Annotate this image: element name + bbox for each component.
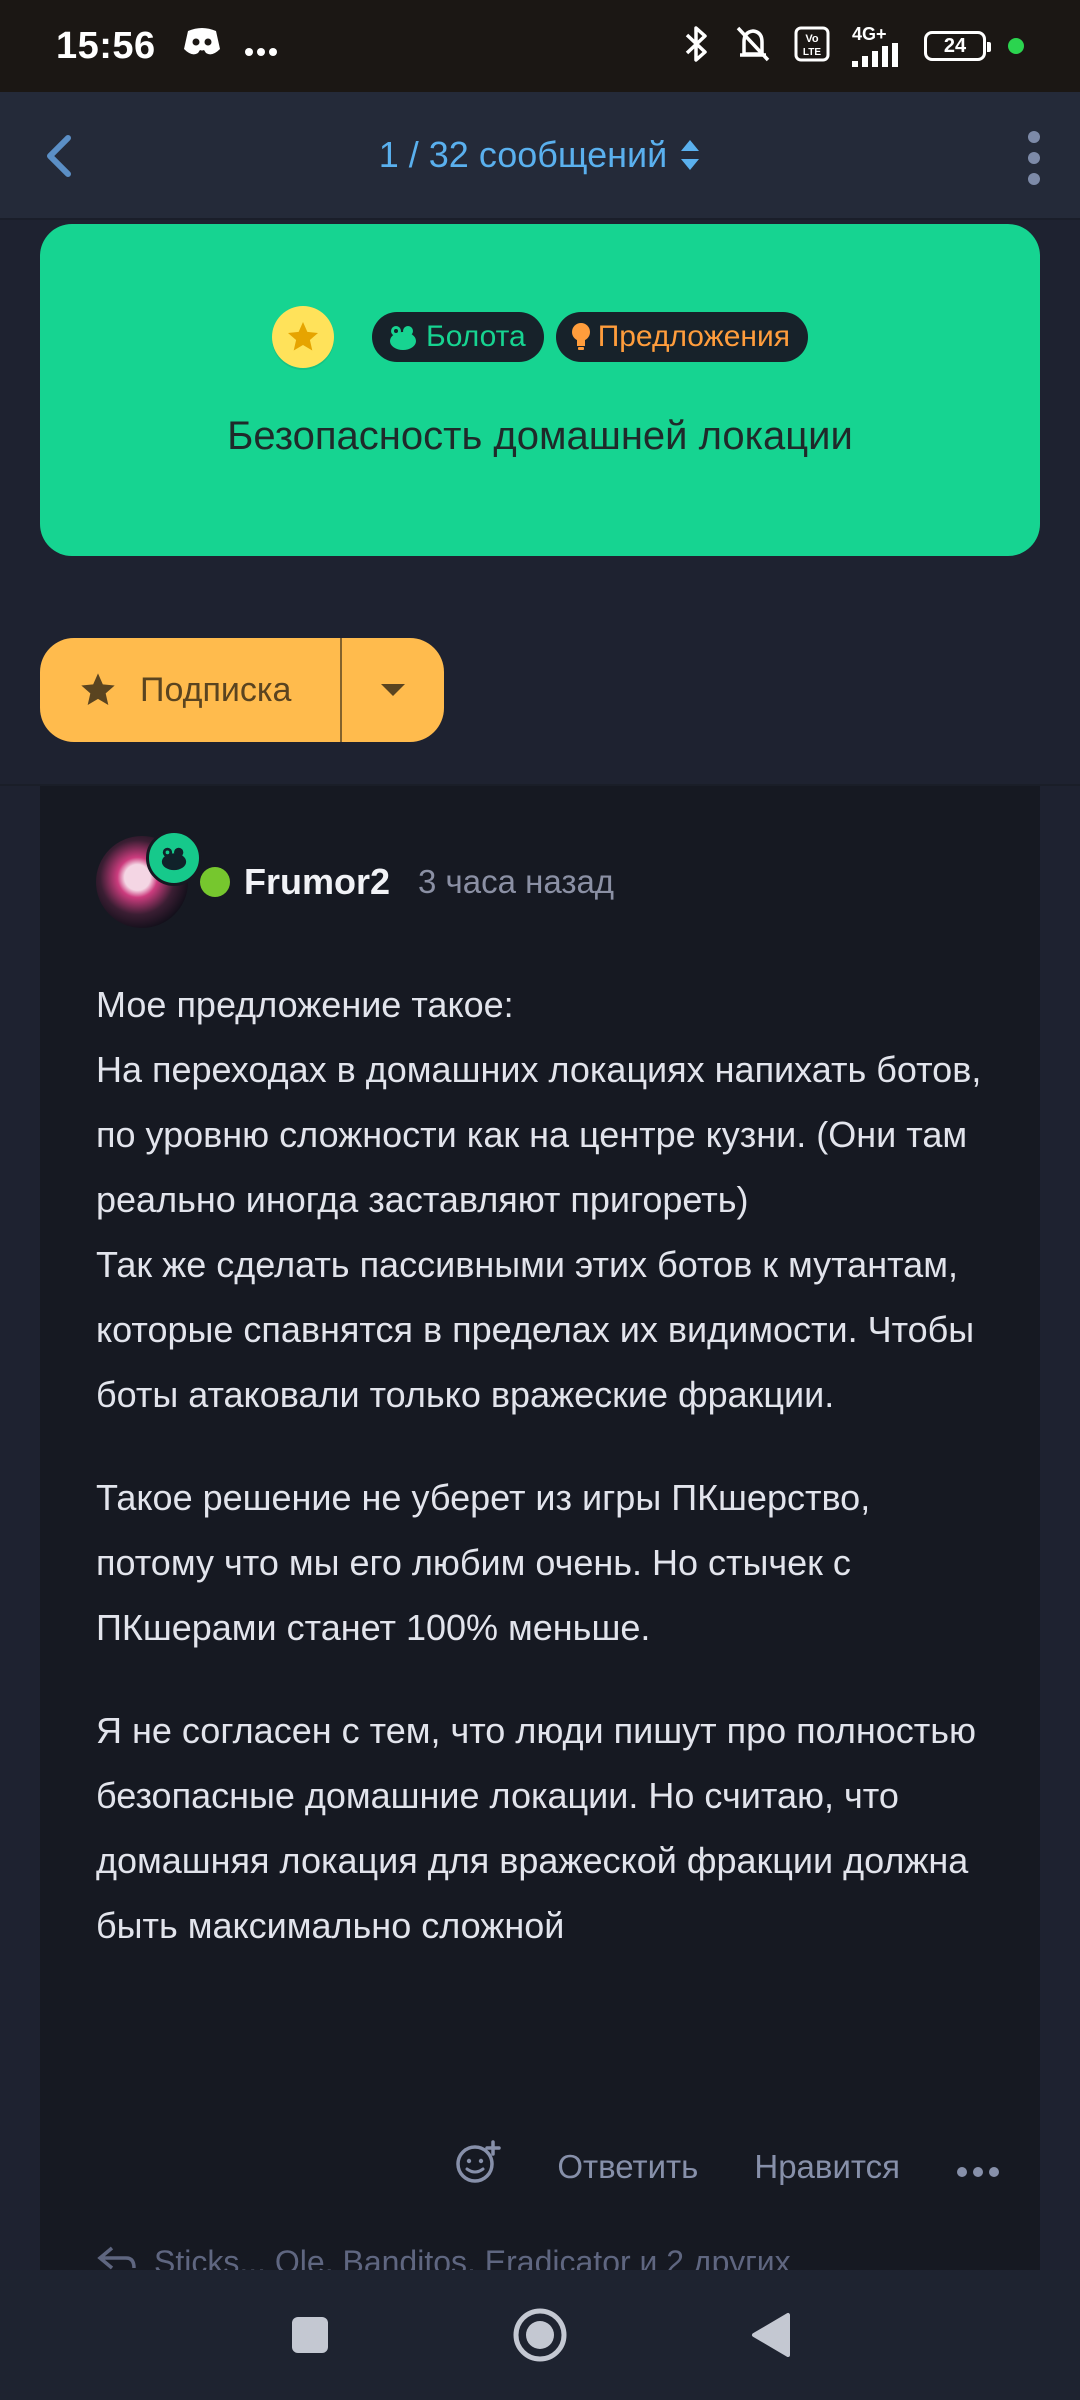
post-card: Frumor2 3 часа назад Мое предложение так… [40, 786, 1040, 2270]
tag-swamp-label: Болота [426, 320, 526, 353]
subscribe-options-button[interactable] [342, 638, 444, 742]
back-button[interactable] [34, 128, 90, 184]
online-status-indicator [200, 867, 230, 897]
volte-icon: Vo LTE [794, 26, 830, 67]
tag-suggestions-label: Предложения [597, 320, 790, 353]
subscribe-divider [340, 638, 342, 742]
subscribe-button-group: Подписка [40, 638, 444, 742]
reply-arrow-icon [97, 2246, 136, 2270]
circle-icon [513, 2308, 567, 2362]
square-icon [292, 2317, 328, 2353]
more-menu-button[interactable] [1024, 130, 1044, 186]
topic-title: Безопасность домашней локации [227, 414, 853, 458]
reactions-names: Sticks... Ole, Banditos, Eradicator и 2 … [154, 2244, 791, 2270]
lightbulb-icon [571, 323, 590, 350]
battery-icon: 24 [924, 31, 991, 61]
sort-arrows-icon [681, 140, 700, 170]
bell-muted-icon [734, 24, 772, 69]
frog-badge-icon [146, 830, 202, 886]
post-counter-dropdown[interactable]: 1 / 32 сообщений [379, 134, 701, 176]
status-bar: 15:56 Vo LTE 4G+ 24 [0, 0, 1080, 92]
frog-icon [390, 326, 417, 350]
post-counter-label: 1 / 32 сообщений [378, 134, 668, 175]
post-paragraph: Такое решение не уберет из игры ПКшерств… [96, 1465, 996, 1660]
post-actions: Ответить Нравится [455, 2140, 1000, 2194]
caret-down-icon [381, 684, 405, 696]
topic-header-bar: 1 / 32 сообщений [0, 92, 1080, 220]
post-more-button[interactable] [956, 2148, 1000, 2186]
privacy-indicator [1008, 38, 1024, 54]
author-avatar-group[interactable] [96, 830, 202, 928]
favorite-star-icon[interactable] [272, 306, 335, 368]
back-nav-button[interactable] [655, 2270, 885, 2400]
battery-level: 24 [943, 34, 967, 57]
like-button[interactable]: Нравится [754, 2148, 900, 2186]
status-time: 15:56 [56, 24, 156, 67]
post-line: На переходах в домашних локациях напихат… [96, 1049, 982, 1220]
subscribe-label: Подписка [140, 670, 292, 709]
post-paragraph: Мое предложение такое: На переходах в до… [96, 972, 996, 1427]
star-icon [81, 673, 115, 705]
chevron-left-icon [47, 135, 71, 177]
kebab-icon [1028, 131, 1040, 185]
reactions-summary[interactable]: Sticks... Ole, Banditos, Eradicator и 2 … [96, 2244, 996, 2270]
triangle-back-icon [752, 2313, 790, 2357]
recents-button[interactable] [195, 2270, 425, 2400]
bluetooth-icon [682, 24, 712, 69]
topic-banner: Болота Предложения Безопасность домашней… [40, 224, 1040, 556]
tag-swamp[interactable]: Болота [372, 312, 544, 362]
post-paragraph: Я не согласен с тем, что люди пишут про … [96, 1698, 996, 1958]
post-line: Такое решение не уберет из игры ПКшерств… [96, 1477, 871, 1648]
post-line: Мое предложение такое: [96, 984, 514, 1025]
post-line: Я не согласен с тем, что люди пишут про … [96, 1710, 977, 1946]
home-button[interactable] [425, 2270, 655, 2400]
svg-text:LTE: LTE [803, 47, 821, 58]
tag-suggestions[interactable]: Предложения [555, 312, 808, 362]
network-type: 4G+ [852, 24, 887, 44]
post-line: Так же сделать пассивными этих ботов к м… [96, 1244, 975, 1415]
author-name[interactable]: Frumor2 [244, 861, 390, 903]
subscribe-button[interactable]: Подписка [40, 638, 340, 742]
signal-icon: 4G+ [852, 25, 902, 67]
post-body: Мое предложение такое: На переходах в до… [96, 972, 996, 1958]
post-header: Frumor2 3 часа назад [96, 830, 614, 928]
more-notifications-icon [244, 27, 278, 66]
svg-text:Vo: Vo [805, 33, 819, 45]
add-reaction-icon[interactable] [455, 2140, 502, 2194]
system-navigation-bar [0, 2270, 1080, 2400]
post-timestamp[interactable]: 3 часа назад [418, 863, 614, 901]
reply-button[interactable]: Ответить [557, 2148, 698, 2186]
ellipsis-icon [957, 2167, 999, 2177]
discord-icon [182, 27, 222, 66]
